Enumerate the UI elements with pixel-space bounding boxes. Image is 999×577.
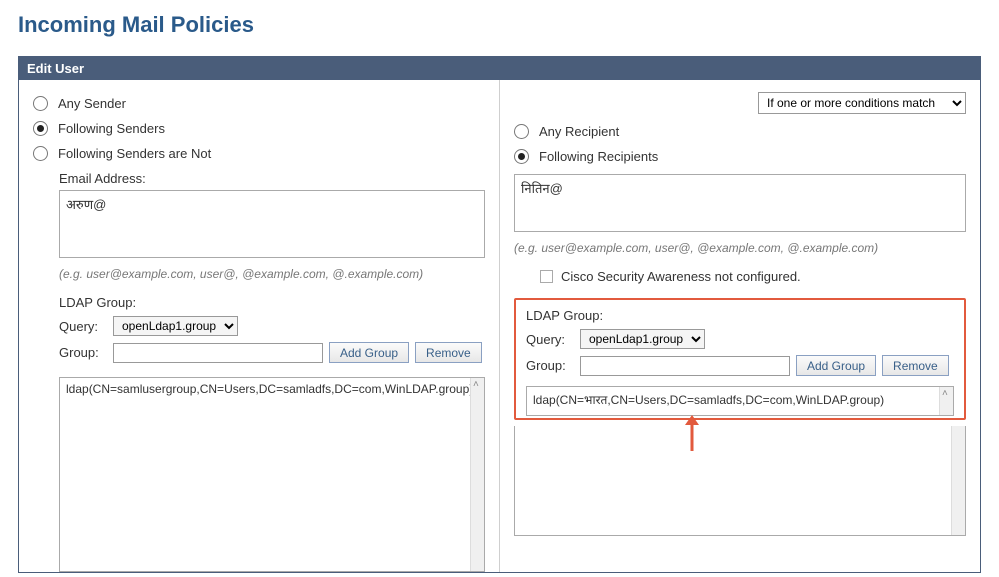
radio-icon [33, 121, 48, 136]
ldap-group-label: LDAP Group: [59, 295, 485, 310]
chevron-up-icon: ˄ [942, 388, 948, 399]
list-item[interactable]: ldap(CN=samlusergroup,CN=Users,DC=samlad… [66, 382, 473, 396]
edit-user-panel: Edit User Any Sender Following Senders F… [18, 56, 981, 573]
radio-icon [33, 146, 48, 161]
sender-add-group-button[interactable]: Add Group [329, 342, 409, 363]
panel-header: Edit User [19, 57, 980, 80]
sender-email-input[interactable] [59, 190, 485, 258]
email-address-label: Email Address: [59, 171, 485, 186]
sender-ldap-listbox[interactable]: ldap(CN=samlusergroup,CN=Users,DC=samlad… [59, 377, 485, 572]
scrollbar[interactable] [951, 426, 965, 535]
query-label: Query: [59, 319, 107, 334]
condition-select[interactable]: If one or more conditions match [758, 92, 966, 114]
page-title: Incoming Mail Policies [18, 12, 981, 38]
recipient-ldap-listbox-ext[interactable] [514, 426, 966, 536]
group-label: Group: [59, 345, 107, 360]
recipient-group-input[interactable] [580, 356, 790, 376]
sender-remove-button[interactable]: Remove [415, 342, 482, 363]
ldap-highlight-box: LDAP Group: Query: openLdap1.group Group… [514, 298, 966, 420]
chevron-up-icon: ˄ [473, 379, 479, 390]
radio-following-senders-not[interactable]: Following Senders are Not [33, 146, 485, 161]
email-hint: (e.g. user@example.com, user@, @example.… [514, 241, 966, 255]
awareness-checkbox[interactable] [540, 270, 553, 283]
recipient-add-group-button[interactable]: Add Group [796, 355, 876, 376]
radio-any-recipient[interactable]: Any Recipient [514, 124, 966, 139]
senders-column: Any Sender Following Senders Following S… [19, 80, 500, 572]
scrollbar[interactable]: ˄ [939, 387, 953, 415]
scrollbar[interactable]: ˄ [470, 378, 484, 571]
radio-label: Any Sender [58, 96, 126, 111]
recipient-ldap-listbox[interactable]: ldap(CN=भारत,CN=Users,DC=samladfs,DC=com… [526, 386, 954, 416]
radio-following-recipients[interactable]: Following Recipients [514, 149, 966, 164]
radio-following-senders[interactable]: Following Senders [33, 121, 485, 136]
email-hint: (e.g. user@example.com, user@, @example.… [59, 267, 485, 281]
radio-any-sender[interactable]: Any Sender [33, 96, 485, 111]
query-label: Query: [526, 332, 574, 347]
recipients-column: If one or more conditions match Any Reci… [500, 80, 980, 572]
sender-query-select[interactable]: openLdap1.group [113, 316, 238, 336]
radio-label: Following Senders [58, 121, 165, 136]
radio-label: Following Recipients [539, 149, 658, 164]
radio-label: Following Senders are Not [58, 146, 211, 161]
awareness-label: Cisco Security Awareness not configured. [561, 269, 801, 284]
recipient-email-input[interactable] [514, 174, 966, 232]
recipient-query-select[interactable]: openLdap1.group [580, 329, 705, 349]
radio-label: Any Recipient [539, 124, 619, 139]
radio-icon [514, 124, 529, 139]
radio-icon [33, 96, 48, 111]
list-item[interactable]: ldap(CN=भारत,CN=Users,DC=samladfs,DC=com… [533, 393, 884, 407]
recipient-remove-button[interactable]: Remove [882, 355, 949, 376]
group-label: Group: [526, 358, 574, 373]
radio-icon [514, 149, 529, 164]
ldap-group-label: LDAP Group: [526, 308, 954, 323]
sender-group-input[interactable] [113, 343, 323, 363]
